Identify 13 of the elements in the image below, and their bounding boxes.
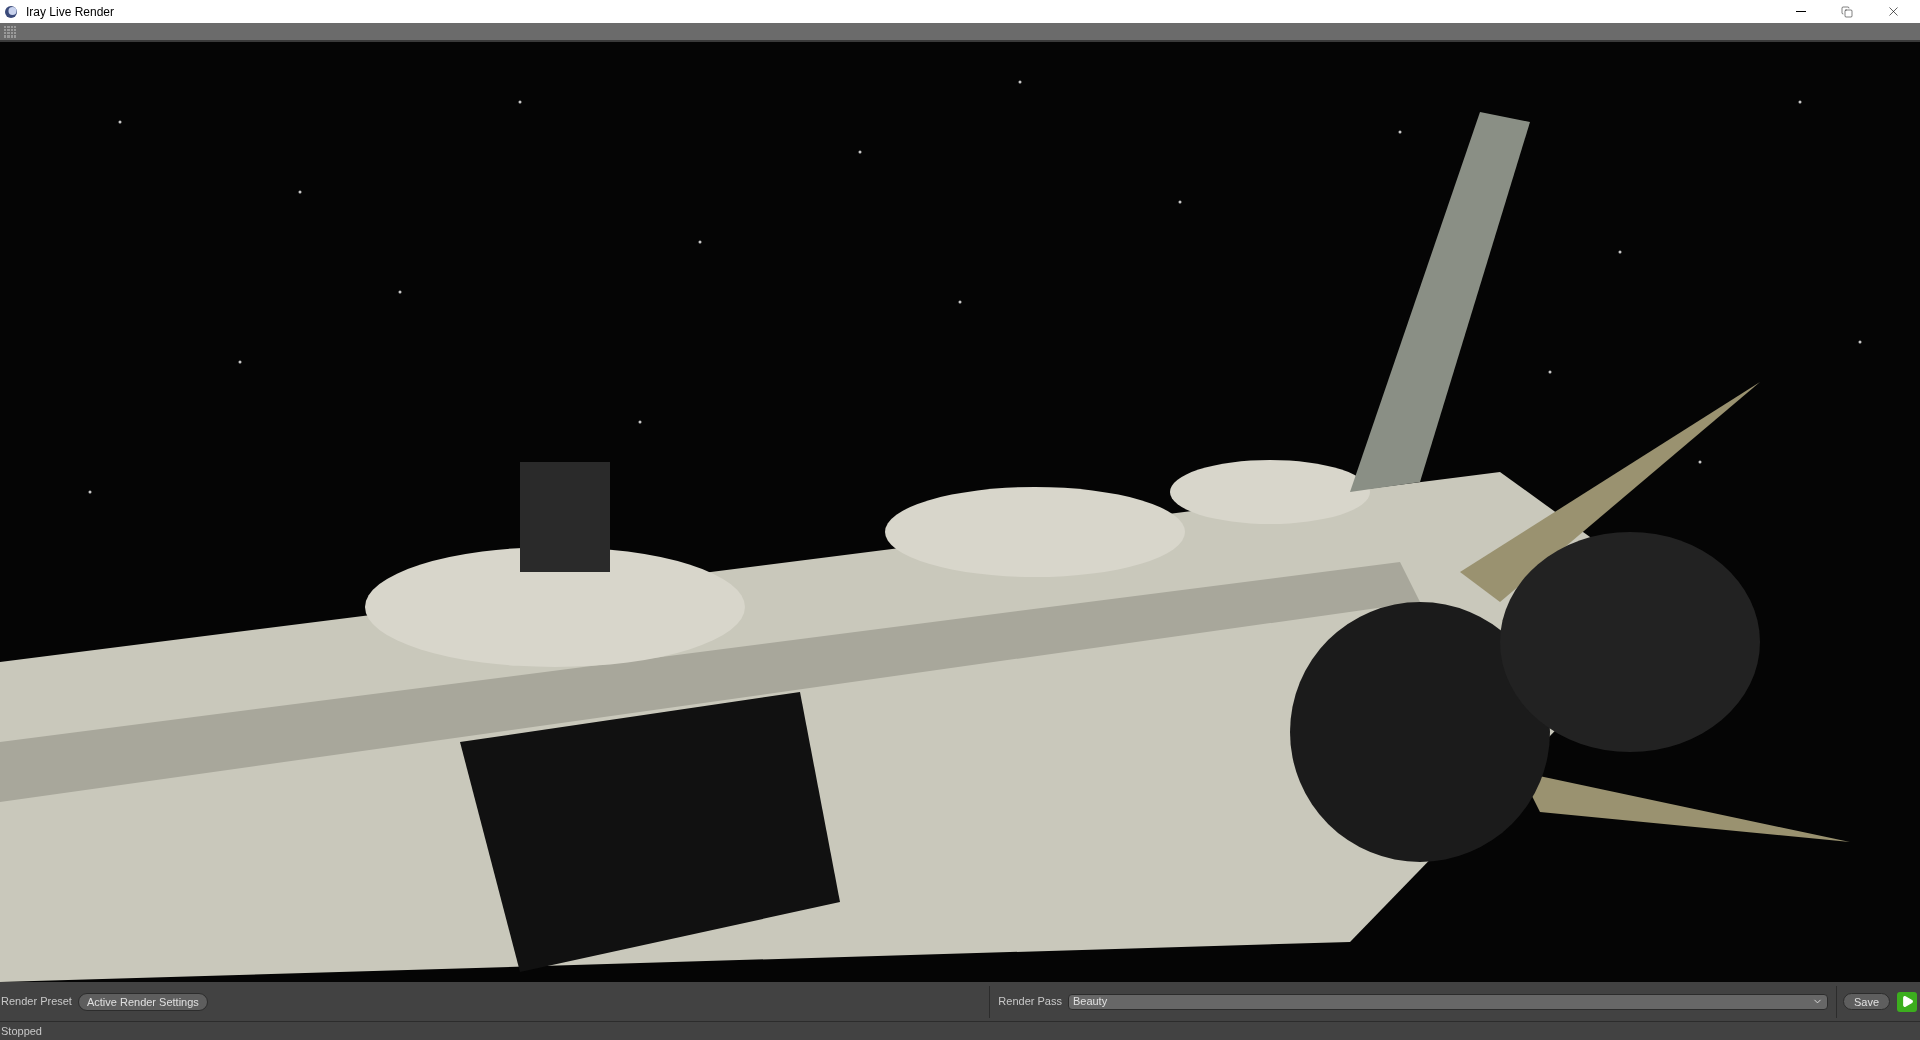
render-pass-dropdown[interactable]: Beauty (1067, 993, 1828, 1010)
render-pass-label: Render Pass (998, 994, 1062, 1010)
grip-icon[interactable] (4, 25, 16, 38)
app-logo-icon (4, 4, 18, 19)
play-button[interactable] (1897, 991, 1917, 1012)
window-title: Iray Live Render (26, 3, 115, 21)
save-button[interactable]: Save (1842, 993, 1890, 1010)
play-icon (1900, 995, 1914, 1008)
render-preset-button[interactable]: Active Render Settings (77, 992, 208, 1011)
restore-icon (1841, 5, 1853, 18)
render-preset-label: Render Preset (1, 994, 72, 1010)
minimize-icon (1796, 11, 1806, 12)
status-text: Stopped (1, 1023, 42, 1039)
